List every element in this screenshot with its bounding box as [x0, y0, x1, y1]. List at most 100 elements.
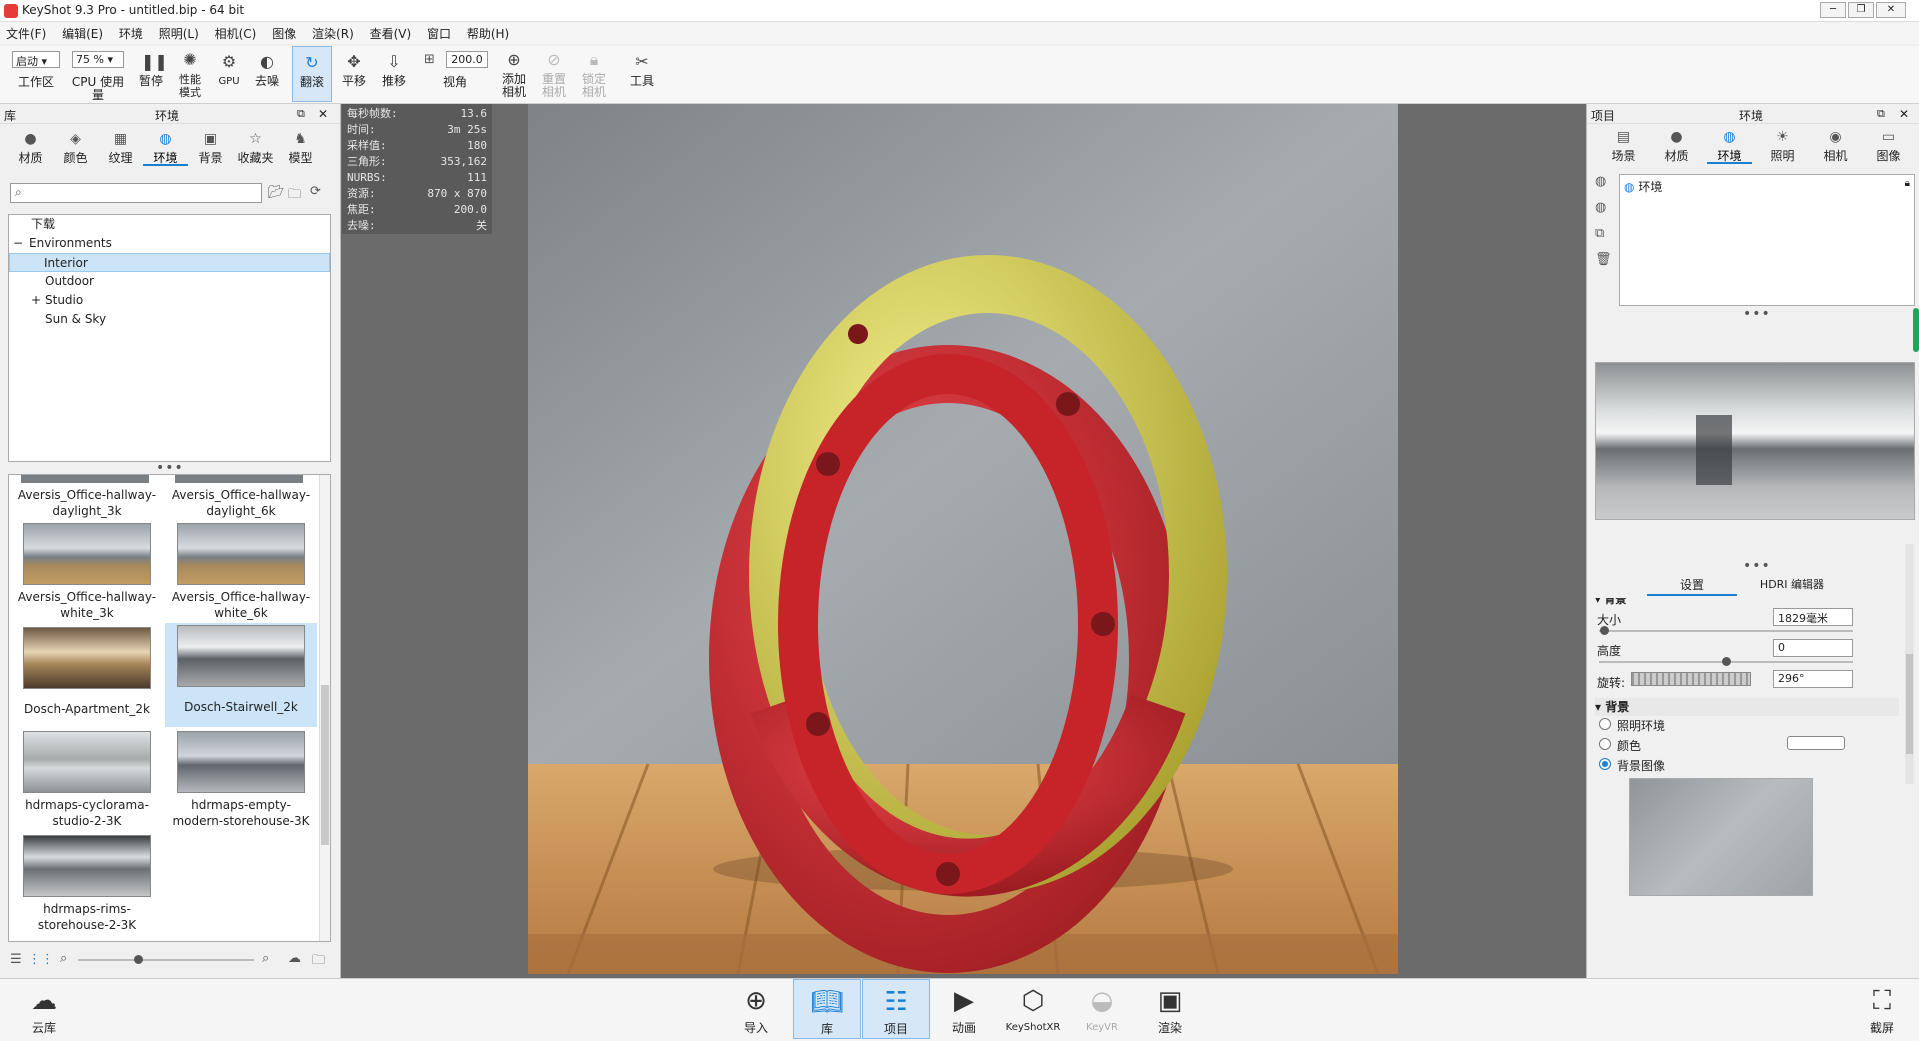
- import-button[interactable]: ⊕ 导入: [726, 979, 786, 1039]
- env-thumb[interactable]: Dosch-Apartment_2k: [17, 625, 157, 729]
- dolly-button[interactable]: ⇩ 推移: [376, 46, 412, 102]
- env-thumb[interactable]: hdrmaps-empty-modern-storehouse-3K: [171, 731, 311, 829]
- tab-textures[interactable]: ▦ 纹理: [98, 128, 143, 166]
- menu-view[interactable]: 查看(V): [364, 22, 418, 45]
- float-panel-icon[interactable]: ⧉: [297, 107, 305, 121]
- keyshotxr-button[interactable]: ⬡ KeyShotXR: [1000, 979, 1066, 1039]
- menu-file[interactable]: 文件(F): [0, 22, 52, 45]
- hdri-preview[interactable]: [1595, 362, 1915, 520]
- env-thumb-selected[interactable]: Dosch-Stairwell_2k: [165, 623, 317, 727]
- gpu-button[interactable]: ⚙ GPU: [212, 46, 246, 102]
- scrollbar-thumb[interactable]: [321, 685, 329, 845]
- pause-button[interactable]: ❚❚ 暂停: [134, 46, 168, 102]
- grid-view-icon[interactable]: ⋮⋮: [28, 952, 54, 967]
- tab-material[interactable]: ● 材质: [1654, 126, 1699, 164]
- tab-environment[interactable]: ◍ 环境: [1707, 126, 1752, 164]
- float-panel-icon[interactable]: ⧉: [1877, 107, 1885, 121]
- rotation-jog-dial[interactable]: [1631, 672, 1751, 686]
- size-slider-knob[interactable]: [1600, 626, 1610, 635]
- splitter-handle[interactable]: •••: [156, 461, 184, 475]
- upload-icon[interactable]: ☁: [288, 951, 301, 966]
- radio-lighting-environment[interactable]: [1599, 718, 1611, 730]
- size-input[interactable]: 1829毫米: [1773, 608, 1853, 626]
- tab-backplates[interactable]: ▣ 背景: [188, 128, 233, 166]
- menu-image[interactable]: 图像: [266, 22, 302, 45]
- screenshot-button[interactable]: ⛶ 截屏: [1852, 979, 1912, 1039]
- tree-item-interior[interactable]: Interior: [9, 253, 330, 272]
- restore-button[interactable]: ❐: [1848, 2, 1874, 18]
- splitter-handle[interactable]: •••: [1743, 307, 1771, 321]
- environment-list-item[interactable]: ◍ 环境: [1624, 178, 1662, 195]
- folder-icon[interactable]: 🗀: [312, 951, 325, 973]
- settings-scrollbar[interactable]: [1905, 544, 1914, 784]
- delete-icon[interactable]: 🗑: [1595, 252, 1612, 267]
- library-search-input[interactable]: ⌕: [10, 183, 262, 203]
- lock-icon[interactable]: 🔒︎: [1905, 178, 1910, 189]
- denoise-button[interactable]: ◐ 去噪: [250, 46, 284, 102]
- radio-color[interactable]: [1599, 738, 1611, 750]
- background-section-header[interactable]: ▾ 背景: [1595, 698, 1899, 716]
- tree-item-outdoor[interactable]: Outdoor: [9, 272, 330, 291]
- menu-window[interactable]: 窗口: [421, 22, 457, 45]
- duplicate-environment-icon[interactable]: ◍: [1595, 200, 1606, 215]
- refresh-icon[interactable]: ⟳: [310, 184, 321, 199]
- menu-camera[interactable]: 相机(C): [209, 22, 263, 45]
- cloud-library-button[interactable]: ☁ 云库: [14, 979, 74, 1039]
- lock-camera-button[interactable]: 🔒︎ 锁定 相机: [576, 46, 612, 102]
- env-thumb[interactable]: Aversis_Office-hallway-white_6k: [171, 523, 311, 621]
- slider-knob[interactable]: [134, 955, 143, 964]
- render-button[interactable]: ▣ 渲染: [1140, 979, 1200, 1039]
- library-button[interactable]: 📖︎ 库: [793, 979, 861, 1039]
- menu-render[interactable]: 渲染(R): [306, 22, 360, 45]
- performance-mode-button[interactable]: ✺ 性能 模式: [172, 46, 208, 102]
- menu-help[interactable]: 帮助(H): [461, 22, 515, 45]
- height-input[interactable]: 0: [1773, 639, 1853, 657]
- add-environment-icon[interactable]: ◍: [1595, 174, 1606, 189]
- env-thumb[interactable]: Aversis_Office-hallway-daylight_6k: [171, 487, 311, 519]
- field-of-view-input[interactable]: 200.0: [446, 51, 488, 68]
- env-thumb[interactable]: hdrmaps-cyclorama-studio-2-3K: [17, 731, 157, 829]
- tree-item-sun-sky[interactable]: Sun & Sky: [9, 310, 330, 329]
- close-button[interactable]: ✕: [1876, 2, 1906, 18]
- menu-environment[interactable]: 环境: [113, 22, 149, 45]
- reset-camera-button[interactable]: ⊘ 重置 相机: [536, 46, 572, 102]
- close-panel-icon[interactable]: ✕: [1899, 107, 1909, 121]
- import-folder-icon[interactable]: 🗀: [288, 185, 301, 207]
- pan-button[interactable]: ✥ 平移: [336, 46, 372, 102]
- keyvr-button[interactable]: ◒ KeyVR: [1072, 979, 1132, 1039]
- env-thumb[interactable]: Aversis_Office-hallway-daylight_3k: [17, 487, 157, 519]
- size-slider[interactable]: [1599, 630, 1853, 632]
- close-panel-icon[interactable]: ✕: [318, 107, 328, 121]
- tab-image[interactable]: ▭ 图像: [1866, 126, 1911, 164]
- zoom-out-icon[interactable]: ⌕: [60, 951, 67, 966]
- background-color-swatch[interactable]: [1787, 736, 1845, 750]
- subtab-settings[interactable]: 设置: [1647, 576, 1737, 596]
- menu-lighting[interactable]: 照明(L): [153, 22, 205, 45]
- scrollbar-thumb[interactable]: [1906, 654, 1913, 754]
- workspace-select[interactable]: 启动 ▾: [12, 51, 60, 68]
- edit-environment-icon[interactable]: ⧉: [1595, 226, 1604, 241]
- project-button[interactable]: ☷ 项目: [862, 979, 930, 1039]
- zoom-in-icon[interactable]: ⌕: [262, 951, 269, 966]
- cpu-usage-select[interactable]: 75 % ▾: [72, 51, 124, 68]
- animation-button[interactable]: ▶ 动画: [934, 979, 994, 1039]
- minimize-button[interactable]: ─: [1820, 2, 1846, 18]
- thumbnail-size-slider[interactable]: [78, 959, 254, 961]
- tab-favorites[interactable]: ☆ 收藏夹: [233, 128, 278, 166]
- subtab-hdri-editor[interactable]: HDRI 编辑器: [1737, 576, 1847, 596]
- tab-scene[interactable]: ▤ 场景: [1601, 126, 1646, 164]
- height-slider-knob[interactable]: [1722, 657, 1731, 666]
- radio-background-image[interactable]: [1599, 758, 1611, 770]
- tab-models[interactable]: ♞ 模型: [278, 128, 323, 166]
- list-view-icon[interactable]: ☰: [10, 952, 22, 967]
- env-thumb[interactable]: hdrmaps-rims-storehouse-2-3K: [17, 835, 157, 933]
- menu-edit[interactable]: 编辑(E): [56, 22, 109, 45]
- tab-environments[interactable]: ◍ 环境: [143, 128, 188, 166]
- env-thumb[interactable]: Aversis_Office-hallway-white_3k: [17, 523, 157, 621]
- add-folder-icon[interactable]: 📂︎: [268, 185, 285, 200]
- splitter-handle[interactable]: •••: [1743, 559, 1771, 573]
- tab-materials[interactable]: ● 材质: [8, 128, 53, 166]
- render-view[interactable]: [528, 104, 1398, 974]
- background-image-preview[interactable]: [1629, 778, 1813, 896]
- thumbnails-scrollbar[interactable]: [319, 475, 330, 941]
